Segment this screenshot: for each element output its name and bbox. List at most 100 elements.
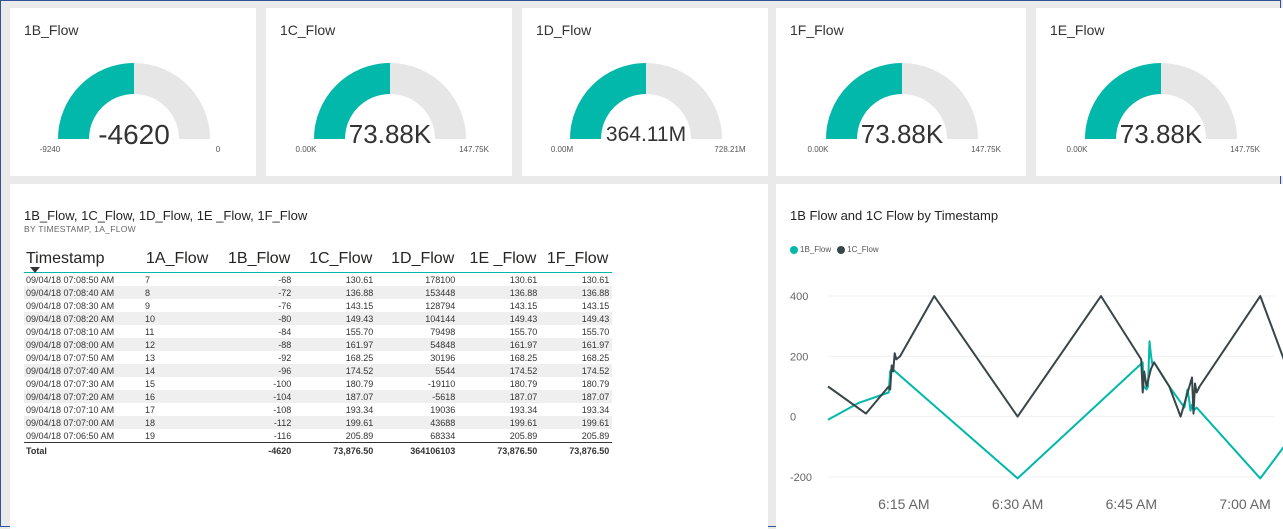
gauge-tile-1b-flow[interactable]: 1B_Flow -4620 -9240 0 (10, 8, 256, 176)
table-cell: 09/04/18 07:07:40 AM (26, 365, 115, 376)
total-1d-flow: 364106103 (376, 442, 459, 459)
gauge-max-label: 147.75K (971, 145, 1001, 154)
total-1a-flow (142, 442, 213, 459)
table-cell: 168.25 (509, 352, 538, 363)
table-cell: 136.88 (509, 287, 538, 298)
table-cell: 143.15 (509, 300, 538, 311)
table-subtitle: BY TIMESTAMP, 1A_FLOW (24, 224, 136, 234)
table-row[interactable]: 09/04/18 07:08:50 AM 7 -68 130.61 178100 130.… (24, 273, 612, 287)
flow-table: Timestamp 1A_Flow 1B_Flow 1C_Flow 1D_Flo… (24, 246, 613, 459)
table-row[interactable]: 09/04/18 07:07:00 AM 18 -112 199.61 43688 199… (24, 416, 613, 429)
table-row[interactable]: 09/04/18 07:07:30 AM 15 -100 180.79 -19110 18… (24, 377, 612, 390)
table-cell: -19110 (427, 378, 456, 389)
table-cell: 128794 (425, 300, 456, 311)
table-row[interactable]: 09/04/18 07:08:40 AM 8 -72 136.88 153448 136.… (24, 286, 613, 299)
table-cell: 09/04/18 07:08:50 AM (26, 274, 115, 285)
table-total-row: Total -4620 73,876.50 364106103 73,876.5… (24, 442, 613, 459)
total-1f-flow: 73,876.50 (540, 442, 613, 459)
gauge-min-label: 0.00K (807, 145, 829, 154)
table-cell: 193.34 (509, 404, 538, 415)
gauge-value: 73.88K (348, 119, 432, 149)
table-cell: 09/04/18 07:08:30 AM (26, 300, 115, 311)
table-cell: 180.79 (581, 378, 610, 389)
table-row[interactable]: 09/04/18 07:08:00 AM 12 -88 161.97 54848 161.… (24, 338, 613, 351)
table-cell: 187.07 (345, 391, 374, 402)
column-header-1e-flow[interactable]: 1E _Flow (458, 246, 540, 273)
table-cell: 205.89 (509, 430, 538, 441)
table-cell: 199.61 (345, 417, 374, 428)
table-cell: 136.88 (581, 287, 610, 298)
table-cell: 205.89 (581, 430, 610, 441)
table-title: 1B_Flow, 1C_Flow, 1D_Flow, 1E _Flow, 1F_… (24, 208, 308, 223)
table-cell: 143.15 (581, 300, 610, 311)
table-cell: -80 (278, 313, 292, 324)
gauge-value: 73.88K (1119, 119, 1203, 149)
column-header-1c-flow[interactable]: 1C_Flow (294, 246, 376, 273)
table-cell: 104144 (425, 313, 456, 324)
table-cell: -84 (278, 326, 292, 337)
table-cell: 174.52 (509, 365, 538, 376)
table-cell: 199.61 (509, 417, 538, 428)
table-cell: 16 (145, 391, 156, 402)
table-cell: 136.88 (345, 287, 374, 298)
table-row[interactable]: 09/04/18 07:07:20 AM 16 -104 187.07 -5618 187… (24, 390, 613, 403)
table-cell: -88 (278, 339, 292, 350)
x-tick-label: 6:45 AM (1106, 496, 1157, 512)
table-row[interactable]: 09/04/18 07:08:10 AM 11 -84 155.70 79498 155.… (24, 325, 612, 338)
table-cell: 199.61 (581, 417, 610, 428)
table-cell: 15 (145, 378, 156, 389)
table-cell: 09/04/18 07:07:10 AM (26, 404, 115, 415)
table-cell: 161.97 (509, 339, 538, 350)
gauge-tile-1c-flow[interactable]: 1C_Flow 73.88K 0.00K 147.75K (266, 8, 512, 176)
table-header-row: Timestamp 1A_Flow 1B_Flow 1C_Flow 1D_Flo… (24, 246, 613, 273)
gauge-tile-1f-flow[interactable]: 1F_Flow 73.88K 0.00K 147.75K (776, 8, 1026, 176)
table-cell: 17 (145, 404, 156, 415)
table-cell: 149.43 (581, 313, 610, 324)
table-cell: -104 (273, 391, 292, 402)
total-1b-flow: -4620 (212, 442, 295, 459)
table-cell: 155.70 (345, 326, 374, 337)
table-cell: 79498 (430, 326, 456, 337)
table-cell: 8 (145, 287, 151, 298)
table-cell: -72 (278, 287, 292, 298)
gauge-max-label: 728.21M (714, 145, 746, 154)
table-row[interactable]: 09/04/18 07:08:30 AM 9 -76 143.15 128794 143.… (24, 299, 612, 312)
table-cell: 155.70 (581, 326, 610, 337)
table-cell: 68334 (430, 430, 456, 441)
sort-descending-icon[interactable] (30, 267, 40, 273)
column-header-1a-flow[interactable]: 1A_Flow (142, 246, 212, 273)
table-cell: 153448 (425, 287, 456, 298)
table-cell: 09/04/18 07:08:20 AM (26, 313, 115, 324)
gauge-max-label: 147.75K (459, 145, 489, 154)
table-cell: 09/04/18 07:07:20 AM (26, 391, 115, 402)
column-header-1d-flow[interactable]: 1D_Flow (376, 246, 458, 273)
table-row[interactable]: 09/04/18 07:06:50 AM 19 -116 205.89 68334 205… (24, 429, 612, 443)
y-tick-label: 400 (790, 291, 808, 303)
gauge-value: 73.88K (860, 119, 944, 149)
table-cell: 10 (145, 313, 156, 324)
table-row[interactable]: 09/04/18 07:08:20 AM 10 -80 149.43 104144 149… (24, 312, 613, 325)
gauge-tile-1d-flow[interactable]: 1D_Flow 364.11M 0.00M 728.21M (522, 8, 768, 176)
table-cell: 155.70 (509, 326, 538, 337)
column-header-timestamp[interactable]: Timestamp (24, 246, 142, 273)
table-cell: 09/04/18 07:08:00 AM (26, 339, 115, 350)
y-tick-label: 0 (790, 412, 796, 424)
gauge-min-label: 0.00K (1066, 145, 1088, 154)
line-chart-tile[interactable]: 1B Flow and 1C Flow by Timestamp 1B_Flow… (776, 184, 1283, 529)
table-tile[interactable]: 1B_Flow, 1C_Flow, 1D_Flow, 1E _Flow, 1F_… (10, 184, 768, 529)
table-cell: -96 (278, 365, 292, 376)
table-cell: 161.97 (345, 339, 374, 350)
gauge-tile-1e-flow[interactable]: 1E_Flow 73.88K 0.00K 147.75K (1036, 8, 1283, 176)
table-cell: 130.61 (509, 274, 538, 285)
gauge-value: 364.11M (605, 123, 687, 146)
table-row[interactable]: 09/04/18 07:07:10 AM 17 -108 193.34 19036 193… (24, 403, 612, 416)
column-header-1f-flow[interactable]: 1F_Flow (540, 246, 612, 273)
table-cell: 7 (145, 274, 151, 285)
table-cell: 30196 (430, 352, 456, 363)
table-cell: 5544 (435, 365, 456, 376)
table-row[interactable]: 09/04/18 07:07:40 AM 14 -96 174.52 5544 174.5… (24, 364, 613, 377)
x-tick-label: 6:30 AM (992, 496, 1043, 512)
column-header-1b-flow[interactable]: 1B_Flow (212, 246, 294, 273)
table-row[interactable]: 09/04/18 07:07:50 AM 13 -92 168.25 30196 168.… (24, 351, 612, 364)
total-1e-flow: 73,876.50 (458, 442, 541, 459)
